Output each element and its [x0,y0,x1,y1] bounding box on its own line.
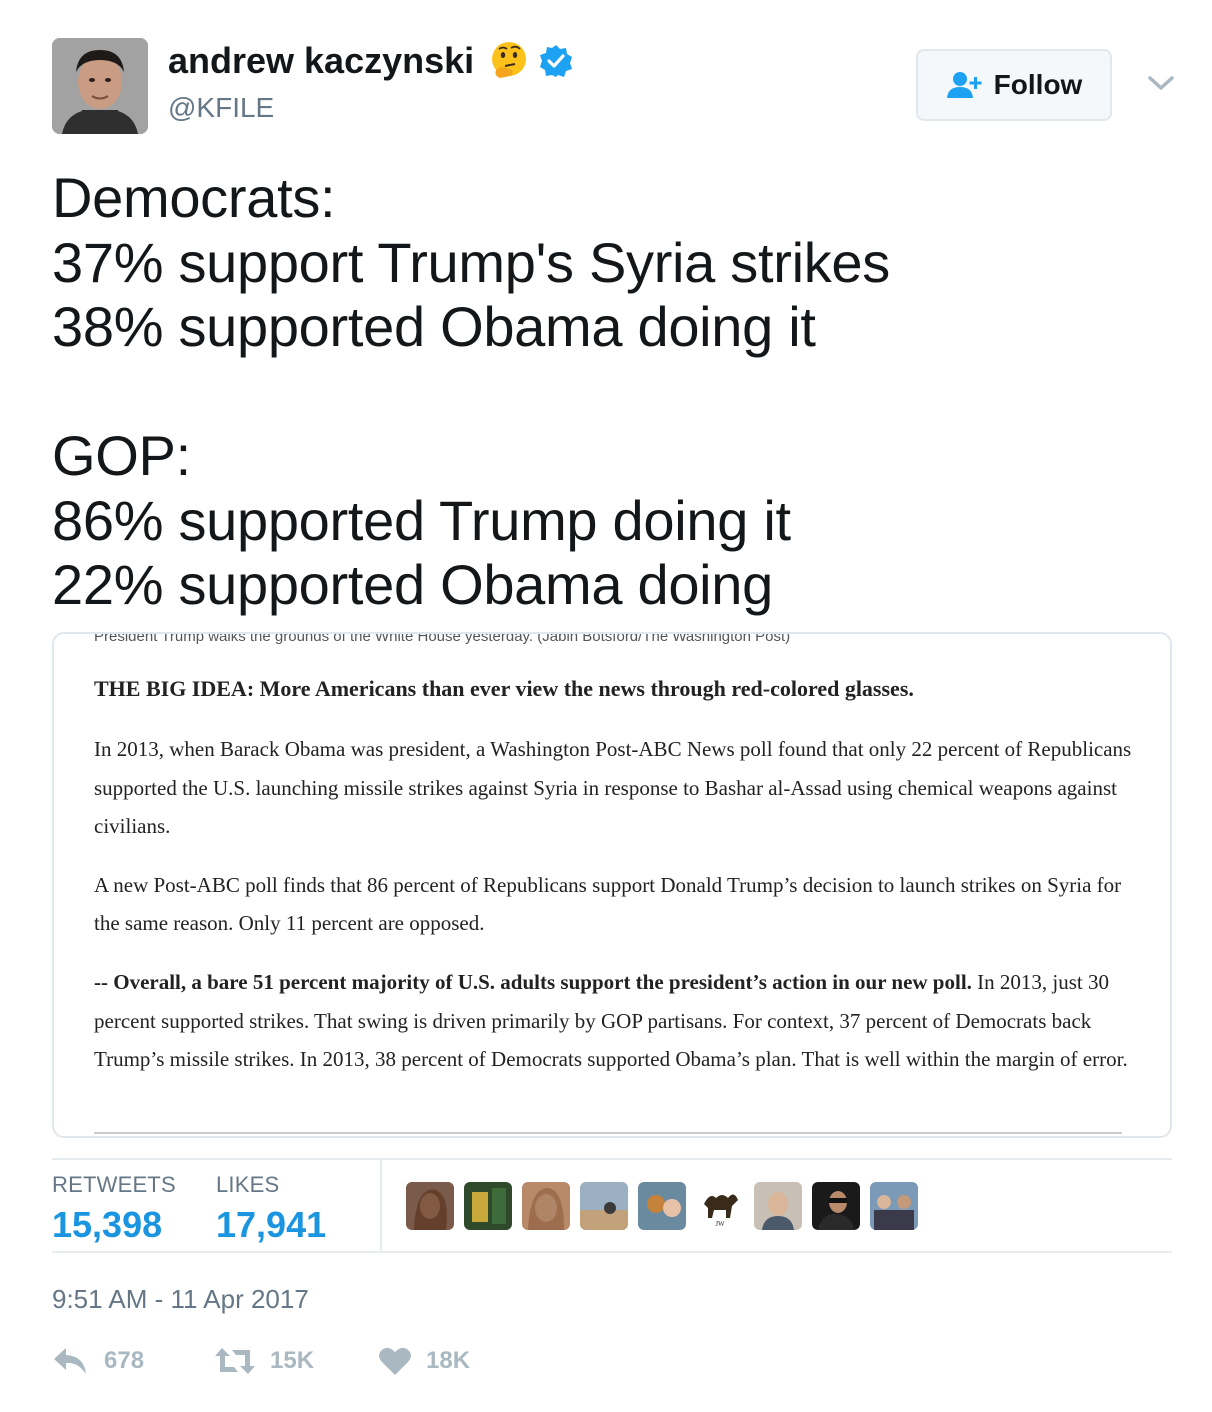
liker-avatar[interactable] [754,1182,802,1230]
reply-button[interactable]: 678 [52,1346,144,1376]
retweets-stat[interactable]: RETWEETS 15,398 [52,1172,176,1246]
liker-avatar[interactable] [870,1182,918,1230]
tweet-line: 22% supported Obama doing [52,553,773,616]
thinking-face-icon [492,42,527,78]
article-paragraph: A new Post-ABC poll finds that 86 percen… [94,872,1122,936]
liker-avatar[interactable]: JW [696,1182,744,1230]
heart-icon [379,1347,411,1375]
divider [52,1251,1172,1253]
photo-caption: President Trump walks the grounds of the… [94,632,791,645]
liker-avatar[interactable] [812,1182,860,1230]
retweet-icon [215,1348,255,1374]
tweet-text: Democrats: 37% support Trump's Syria str… [52,166,1172,618]
tweet-timestamp[interactable]: 9:51 AM - 11 Apr 2017 [52,1284,309,1315]
liker-avatar[interactable] [580,1182,628,1230]
retweets-label: RETWEETS [52,1172,176,1197]
article-excerpt: THE BIG IDEA: More Americans than ever v… [94,676,1134,1099]
liker-avatars: JW [406,1182,928,1230]
like-button[interactable]: 18K [378,1346,470,1376]
user-handle[interactable]: @KFILE [168,92,274,124]
add-user-icon [946,72,982,98]
retweets-count: 15,398 [52,1204,163,1245]
avatar[interactable] [52,38,148,134]
verified-badge-icon [540,45,573,77]
retweet-count: 15K [270,1347,315,1374]
divider [94,1132,1122,1134]
display-name[interactable]: andrew kaczynski [168,40,474,82]
retweet-button[interactable]: 15K [214,1346,314,1376]
liker-avatar[interactable] [638,1182,686,1230]
liker-avatar[interactable] [522,1182,570,1230]
svg-text:JW: JW [715,1220,725,1228]
liker-avatar[interactable] [406,1182,454,1230]
tweet-line: 37% support Trump's Syria strikes [52,230,890,294]
media-image[interactable]: President Trump walks the grounds of the… [52,632,1172,1138]
likes-stat[interactable]: LIKES 17,941 [216,1172,326,1246]
like-count: 18K [426,1347,471,1374]
tweet-line: GOP: [52,424,191,487]
liker-avatar[interactable] [464,1182,512,1230]
article-headline: THE BIG IDEA: More Americans than ever v… [94,676,914,701]
tweet-line: 86% supported Trump doing it [52,488,791,552]
follow-button[interactable]: Follow [916,49,1112,121]
chevron-down-icon[interactable] [1146,72,1176,94]
tweet-line: Democrats: [52,166,336,229]
reply-count: 678 [104,1347,145,1374]
divider [52,1158,1172,1160]
tweet-line: 38% supported Obama doing it [52,295,816,358]
likes-count: 17,941 [216,1204,327,1245]
article-bold-lead: -- Overall, a bare 51 percent majority o… [94,969,972,994]
reply-icon [54,1348,86,1374]
article-paragraph: In 2013, when Barack Obama was president… [94,737,1132,839]
likes-label: LIKES [216,1172,280,1197]
article-paragraph: -- Overall, a bare 51 percent majority o… [94,963,1134,1079]
divider [380,1160,382,1251]
follow-button-label: Follow [993,69,1083,100]
